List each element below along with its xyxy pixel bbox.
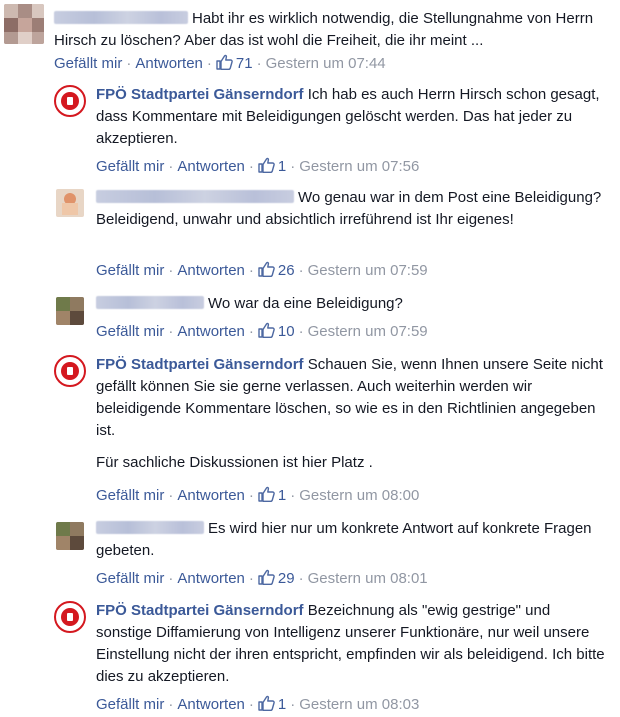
comment-text: Habt ihr es wirklich notwendig, die Stel…: [54, 10, 594, 49]
comment-text: FPÖ Stadtpartei Gänserndorf Bezeichnung …: [96, 602, 605, 685]
comment-actions: Gefällt mir · Antworten · 71 · Gestern um 07:4…: [54, 54, 386, 72]
party-logo-icon[interactable]: [54, 85, 86, 117]
reply-link[interactable]: Antworten: [177, 570, 245, 587]
thumbs-up-icon[interactable]: [258, 322, 275, 338]
party-logo-icon[interactable]: [54, 355, 86, 387]
comment-text: FPÖ Stadtpartei Gänserndorf Schauen Sie,…: [96, 354, 616, 474]
like-count[interactable]: 29: [278, 570, 295, 587]
page-name[interactable]: FPÖ Stadtpartei Gänserndorf: [96, 356, 304, 373]
user-avatar[interactable]: [56, 522, 84, 550]
like-link[interactable]: Gefällt mir: [96, 323, 164, 340]
comment-actions: Gefällt mir · Antworten · 1 · Gestern um 08:03: [96, 695, 420, 713]
comment-actions: Gefällt mir · Antworten · 29 · Gestern um 08:0…: [96, 569, 428, 587]
like-link[interactable]: Gefällt mir: [54, 55, 122, 72]
thumbs-up-icon[interactable]: [258, 486, 275, 502]
timestamp[interactable]: Gestern um 07:59: [308, 323, 428, 340]
comment-text-paragraph: Für sachliche Diskussionen ist hier Plat…: [96, 454, 373, 471]
page-name[interactable]: FPÖ Stadtpartei Gänserndorf: [96, 86, 304, 103]
blurred-username[interactable]: [54, 11, 188, 24]
thumbs-up-icon[interactable]: [258, 261, 275, 277]
party-logo-icon[interactable]: [54, 601, 86, 633]
reply-link[interactable]: Antworten: [177, 696, 245, 713]
like-link[interactable]: Gefällt mir: [96, 158, 164, 175]
timestamp[interactable]: Gestern um 08:01: [308, 570, 428, 587]
thumbs-up-icon[interactable]: [216, 54, 233, 70]
reply-link[interactable]: Antworten: [177, 487, 245, 504]
comment-actions: Gefällt mir · Antworten · 10 · Gestern um 07:5…: [96, 322, 428, 340]
user-avatar[interactable]: [56, 297, 84, 325]
like-link[interactable]: Gefällt mir: [96, 570, 164, 587]
comment-actions: Gefällt mir · Antworten · 26 · Gestern um 07:5…: [96, 261, 428, 279]
comment-text: Wo war da eine Beleidigung?: [96, 293, 606, 315]
timestamp[interactable]: Gestern um 07:56: [299, 158, 419, 175]
like-count[interactable]: 10: [278, 323, 295, 340]
reply-link[interactable]: Antworten: [135, 55, 203, 72]
reply-link[interactable]: Antworten: [177, 323, 245, 340]
comment-actions: Gefällt mir · Antworten · 1 · Gestern um 07:56: [96, 157, 420, 175]
like-count[interactable]: 1: [278, 696, 286, 713]
blurred-username[interactable]: [96, 521, 204, 534]
comment-text: Wo genau war in dem Post eine Beleidigun…: [96, 189, 602, 228]
timestamp[interactable]: Gestern um 07:59: [308, 262, 428, 279]
like-link[interactable]: Gefällt mir: [96, 487, 164, 504]
page-name[interactable]: FPÖ Stadtpartei Gänserndorf: [96, 602, 304, 619]
thumbs-up-icon[interactable]: [258, 157, 275, 173]
reply-link[interactable]: Antworten: [177, 158, 245, 175]
timestamp[interactable]: Gestern um 08:00: [299, 487, 419, 504]
like-count[interactable]: 71: [236, 55, 253, 72]
thumbs-up-icon[interactable]: [258, 695, 275, 711]
like-count[interactable]: 1: [278, 487, 286, 504]
blurred-username[interactable]: [96, 190, 294, 203]
like-link[interactable]: Gefällt mir: [96, 696, 164, 713]
comment-actions: Gefällt mir · Antworten · 1 · Gestern um 08:00: [96, 486, 420, 504]
like-link[interactable]: Gefällt mir: [96, 262, 164, 279]
user-avatar[interactable]: [56, 189, 84, 217]
thumbs-up-icon[interactable]: [258, 569, 275, 585]
timestamp[interactable]: Gestern um 08:03: [299, 696, 419, 713]
like-count[interactable]: 1: [278, 158, 286, 175]
reply-link[interactable]: Antworten: [177, 262, 245, 279]
timestamp[interactable]: Gestern um 07:44: [266, 55, 386, 72]
comment-1: Habt ihr es wirklich notwendig, die Stel…: [0, 0, 620, 80]
blurred-username[interactable]: [96, 296, 204, 309]
user-avatar[interactable]: [4, 4, 44, 44]
comment-text: Es wird hier nur um konkrete Antwort auf…: [96, 520, 592, 559]
comment-text: FPÖ Stadtpartei Gänserndorf Ich hab es a…: [96, 86, 600, 147]
like-count[interactable]: 26: [278, 262, 295, 279]
